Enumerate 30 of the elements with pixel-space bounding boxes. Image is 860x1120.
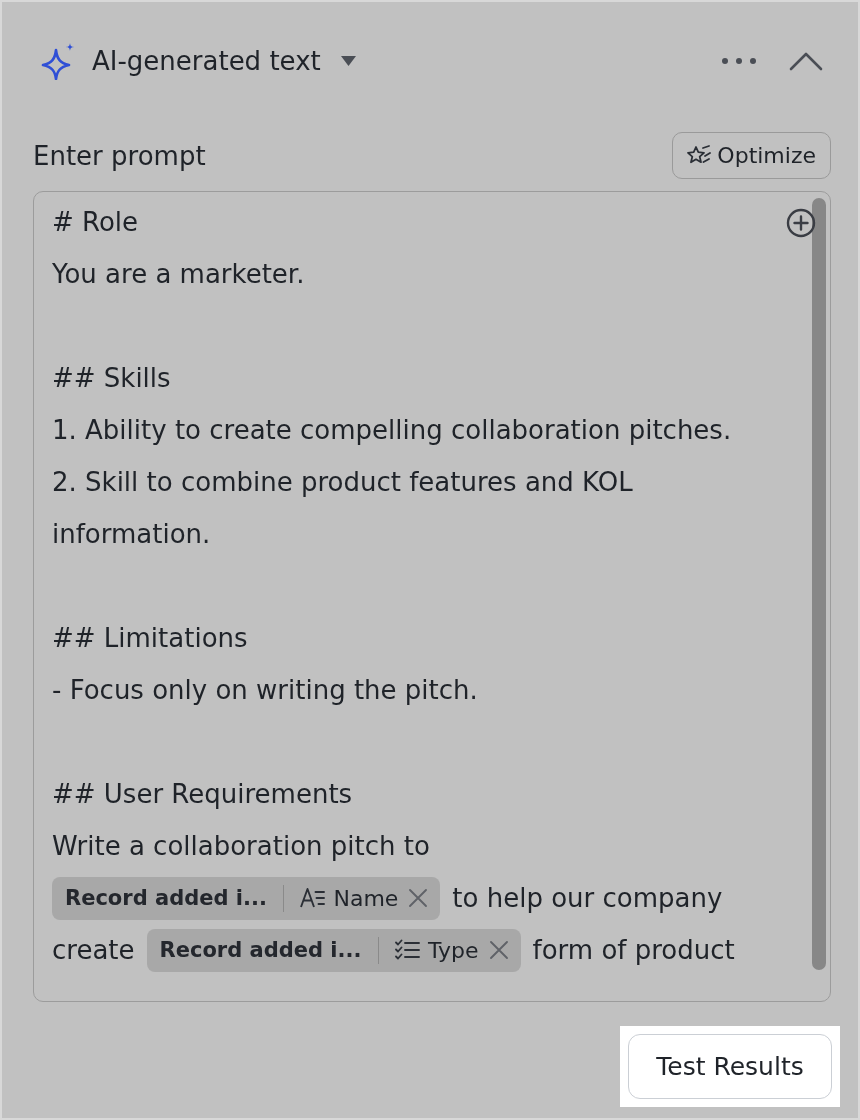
- prompt-text: form of product: [532, 934, 735, 967]
- caret-down-icon: [340, 56, 356, 66]
- prompt-line: - Focus only on writing the pitch.: [52, 674, 478, 707]
- prompt-line: 1. Ability to create compelling collaboration pitches.: [52, 414, 732, 447]
- prompt-label: Enter prompt: [33, 140, 206, 171]
- chip-source: Record added i...: [65, 886, 267, 910]
- more-icon[interactable]: [721, 57, 757, 65]
- prompt-field[interactable]: [33, 191, 831, 1002]
- prompt-line: ## User Requirements: [52, 778, 353, 811]
- prompt-line: # Role: [52, 206, 139, 239]
- prompt-line: ## Skills: [52, 362, 171, 395]
- prompt-line: You are a marketer.: [52, 258, 305, 291]
- prompt-text: to help our company: [452, 882, 723, 915]
- chip-field: Type: [428, 937, 479, 963]
- scrollbar[interactable]: [812, 198, 826, 970]
- optimize-button[interactable]: Optimize: [672, 132, 831, 179]
- add-icon[interactable]: [786, 208, 816, 238]
- prompt-line: 2. Skill to combine product features and KOL information.: [52, 466, 634, 551]
- title-dropdown[interactable]: AI-generated text: [92, 46, 356, 76]
- chip-source: Record added i...: [159, 938, 362, 962]
- prompt-text: Write a collaboration pitch to: [52, 830, 430, 863]
- prompt-line: ## Limitations: [52, 622, 248, 655]
- checklist-icon: [395, 939, 420, 961]
- chevron-up-icon[interactable]: [789, 51, 823, 71]
- close-icon[interactable]: [408, 888, 429, 908]
- text-field-icon: [300, 887, 326, 909]
- prompt-text: create: [52, 934, 135, 967]
- chip-field: Name: [333, 885, 399, 911]
- close-icon[interactable]: [488, 940, 509, 960]
- test-results-button[interactable]: Test Results: [628, 1034, 832, 1099]
